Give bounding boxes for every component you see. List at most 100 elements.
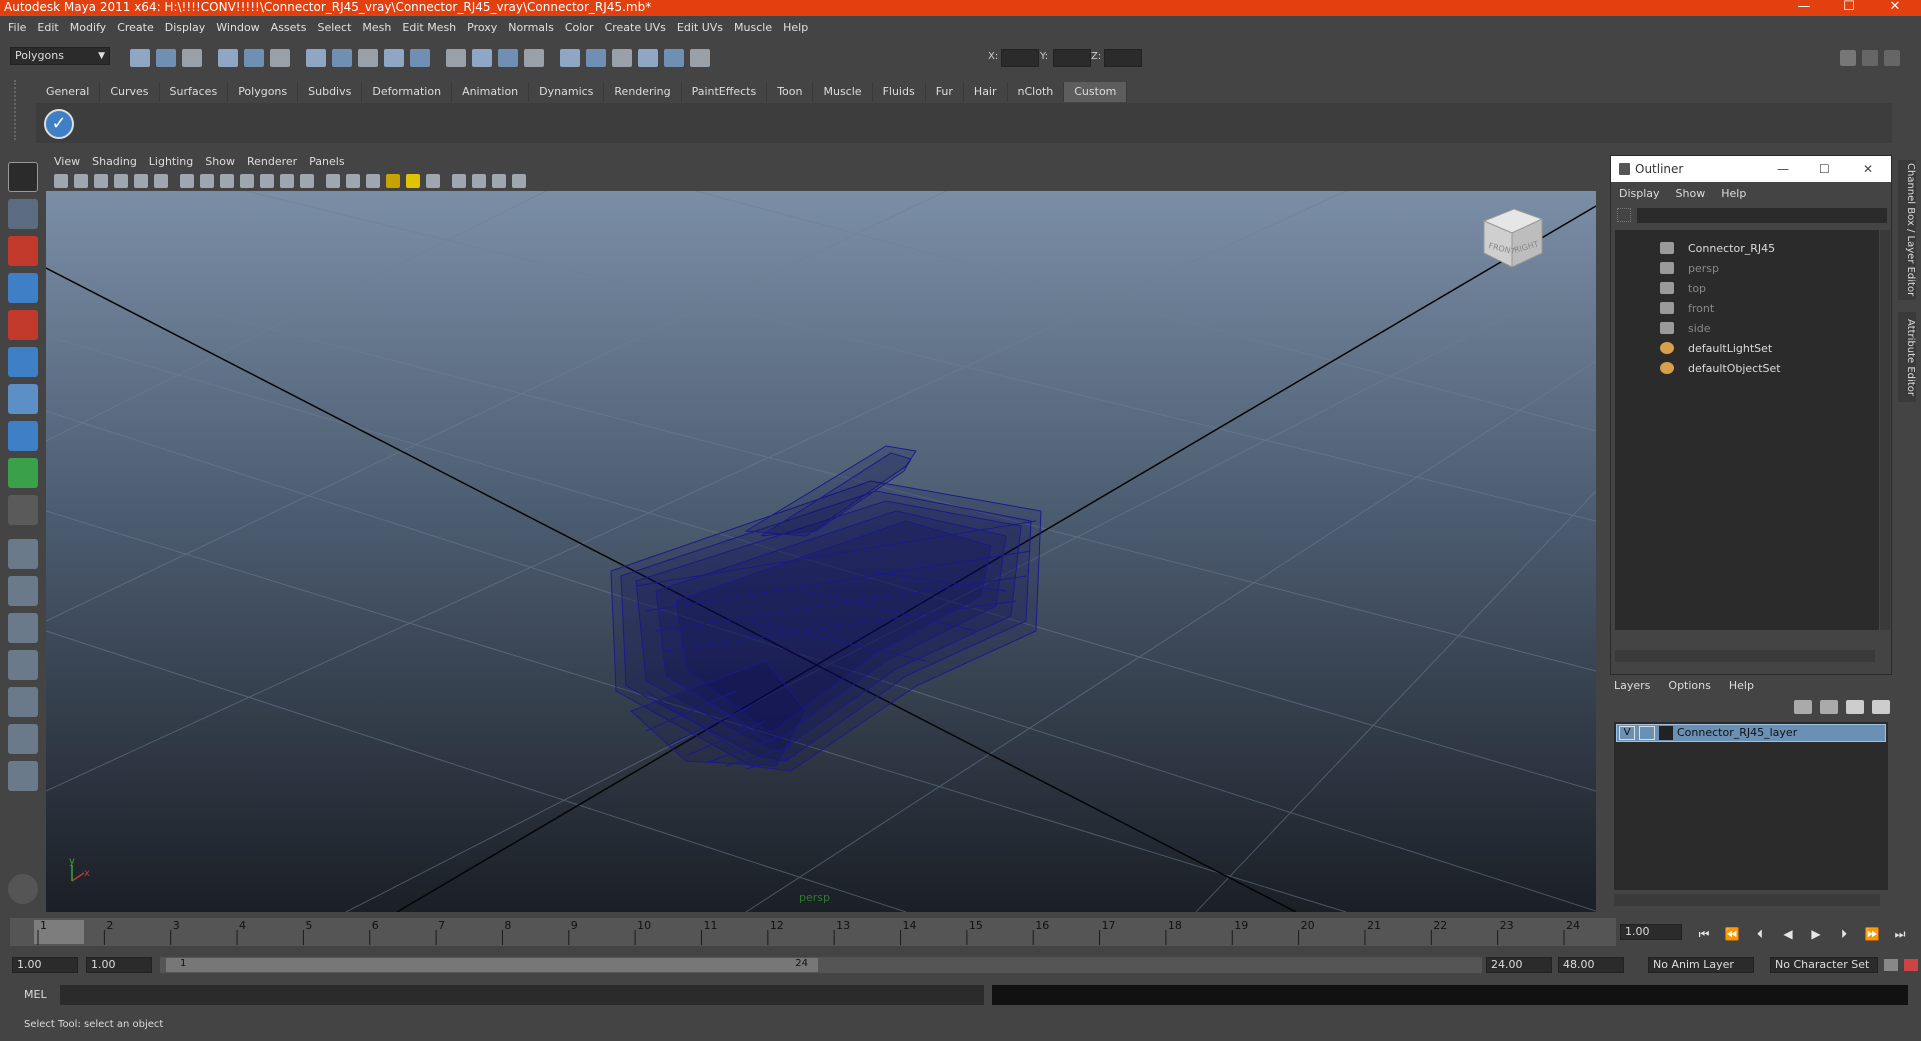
single-view-layout-icon[interactable] [8, 539, 38, 569]
menu-edit[interactable]: Edit [37, 21, 58, 34]
viewport-menu-renderer[interactable]: Renderer [247, 155, 297, 168]
film-gate-icon[interactable] [200, 174, 214, 188]
uv-layout-icon[interactable] [8, 724, 38, 754]
minimize-icon[interactable]: — [1785, 0, 1823, 16]
paint-select-tool-icon[interactable] [8, 236, 38, 266]
layers-menu-options[interactable]: Options [1668, 679, 1710, 692]
field-chart-icon[interactable] [260, 174, 274, 188]
shelf-tab-general[interactable]: General [36, 82, 101, 102]
select-object-icon[interactable] [244, 49, 264, 67]
start-time-field[interactable]: 1.00 [12, 957, 78, 973]
snap-point-icon[interactable] [358, 49, 378, 67]
menu-display[interactable]: Display [165, 21, 206, 34]
layer-color-swatch[interactable] [1659, 726, 1673, 740]
viewport-menu-shading[interactable]: Shading [92, 155, 137, 168]
open-scene-icon[interactable] [156, 49, 176, 67]
snap-live-icon[interactable] [410, 49, 430, 67]
x-field[interactable] [1001, 49, 1039, 67]
select-hierarchy-icon[interactable] [218, 49, 238, 67]
shelf-grip[interactable] [14, 80, 26, 140]
new-scene-icon[interactable] [130, 49, 150, 67]
render-settings-icon[interactable] [524, 49, 544, 67]
step-forward-frame-icon[interactable]: ⏵ [1834, 924, 1854, 944]
shelf-tab-polygons[interactable]: Polygons [228, 82, 299, 102]
outliner-layout-icon[interactable] [8, 613, 38, 643]
gate-mask-icon[interactable] [240, 174, 254, 188]
shelf-tab-ncloth[interactable]: nCloth [1008, 82, 1065, 102]
outliner-item-front[interactable]: front [1615, 298, 1879, 318]
playback-end-field[interactable]: 24.00 [1486, 957, 1552, 973]
shelf-tab-dynamics[interactable]: Dynamics [529, 82, 605, 102]
outliner-item-top[interactable]: top [1615, 278, 1879, 298]
maximize-icon[interactable]: ☐ [1830, 0, 1868, 16]
layer-type-toggle[interactable] [1639, 726, 1655, 740]
shelf-tab-animation[interactable]: Animation [452, 82, 530, 102]
go-to-end-icon[interactable]: ⏭ [1890, 924, 1910, 944]
ipr-render-icon[interactable] [498, 49, 518, 67]
move-tool-icon[interactable] [8, 273, 38, 303]
graph-editor-layout-icon[interactable] [8, 650, 38, 680]
layer-horizontal-scrollbar[interactable] [1614, 894, 1880, 906]
outliner-item-defaultobjectset[interactable]: defaultObjectSet [1615, 358, 1879, 378]
outliner-item-persp[interactable]: persp [1615, 258, 1879, 278]
grid-toggle-icon[interactable] [180, 174, 194, 188]
textured-icon[interactable] [366, 174, 380, 188]
viewport-menu-show[interactable]: Show [205, 155, 235, 168]
move-layer-up-icon[interactable] [1794, 700, 1812, 714]
render-view-icon[interactable] [586, 49, 606, 67]
attribute-editor-tab[interactable]: Attribute Editor [1898, 312, 1916, 402]
bookmarks-icon[interactable] [94, 174, 108, 188]
select-camera-icon[interactable] [54, 174, 68, 188]
current-frame-field[interactable]: 1.00 [1620, 924, 1682, 940]
time-slider[interactable]: 1 2 3 4 5 6 7 8 9 10 11 12 13 14 15 16 17 18 19 20 21 22 23 24 [10, 918, 1616, 946]
layer-visibility-toggle[interactable]: V [1619, 726, 1635, 740]
xray-joints-icon[interactable] [492, 174, 506, 188]
menu-select[interactable]: Select [317, 21, 351, 34]
resolution-gate-icon[interactable] [220, 174, 234, 188]
select-component-icon[interactable] [270, 49, 290, 67]
wireframe-icon[interactable] [326, 174, 340, 188]
channel-box-tab[interactable]: Channel Box / Layer Editor [1898, 160, 1916, 300]
layer-row[interactable]: V Connector_RJ45_layer [1616, 724, 1886, 742]
history-icon[interactable] [446, 49, 466, 67]
menu-modify[interactable]: Modify [70, 21, 106, 34]
preferences-icon[interactable] [1904, 959, 1918, 971]
menu-edit-mesh[interactable]: Edit Mesh [402, 21, 456, 34]
auto-key-icon[interactable] [1884, 959, 1898, 971]
layers-menu-layers[interactable]: Layers [1614, 679, 1650, 692]
go-to-start-icon[interactable]: ⏮ [1694, 924, 1714, 944]
scale-tool-icon[interactable] [8, 347, 38, 377]
four-view-layout-icon[interactable] [8, 576, 38, 606]
menu-muscle[interactable]: Muscle [734, 21, 772, 34]
outliner-item-side[interactable]: side [1615, 318, 1879, 338]
outliner-menu-show[interactable]: Show [1676, 187, 1706, 200]
character-set-dropdown[interactable]: No Character Set [1770, 957, 1878, 973]
outliner-menu-help[interactable]: Help [1721, 187, 1746, 200]
snap-curve-icon[interactable] [332, 49, 352, 67]
maximize-icon[interactable]: ☐ [1819, 156, 1830, 182]
viewcube[interactable]: FRONT RIGHT [1482, 208, 1544, 268]
snap-plane-icon[interactable] [384, 49, 404, 67]
shelf-tab-toon[interactable]: Toon [767, 82, 814, 102]
settings-icon[interactable] [8, 874, 38, 904]
menu-proxy[interactable]: Proxy [467, 21, 497, 34]
ambient-occlusion-icon[interactable] [426, 174, 440, 188]
shelf-tab-fur[interactable]: Fur [926, 82, 964, 102]
show-manipulator-icon[interactable] [8, 458, 38, 488]
graph-editor-icon[interactable] [638, 49, 658, 67]
snap-grid-icon[interactable] [306, 49, 326, 67]
safe-title-icon[interactable] [300, 174, 314, 188]
script-editor-icon[interactable] [664, 49, 684, 67]
xray-components-icon[interactable] [512, 174, 526, 188]
menu-create[interactable]: Create [117, 21, 154, 34]
viewport-menu-view[interactable]: View [54, 155, 80, 168]
z-field[interactable] [1104, 49, 1142, 67]
lasso-tool-icon[interactable] [8, 199, 38, 229]
menu-color[interactable]: Color [565, 21, 594, 34]
shelf-tab-fluids[interactable]: Fluids [873, 82, 926, 102]
shelf-tab-curves[interactable]: Curves [100, 82, 160, 102]
perspective-viewport[interactable]: FRONT RIGHT x y persp [46, 191, 1596, 912]
shelf-tab-custom[interactable]: Custom [1064, 82, 1128, 102]
channel-box-toggle-icon[interactable] [1862, 50, 1878, 66]
checkmark-icon[interactable]: ✓ [44, 109, 74, 139]
